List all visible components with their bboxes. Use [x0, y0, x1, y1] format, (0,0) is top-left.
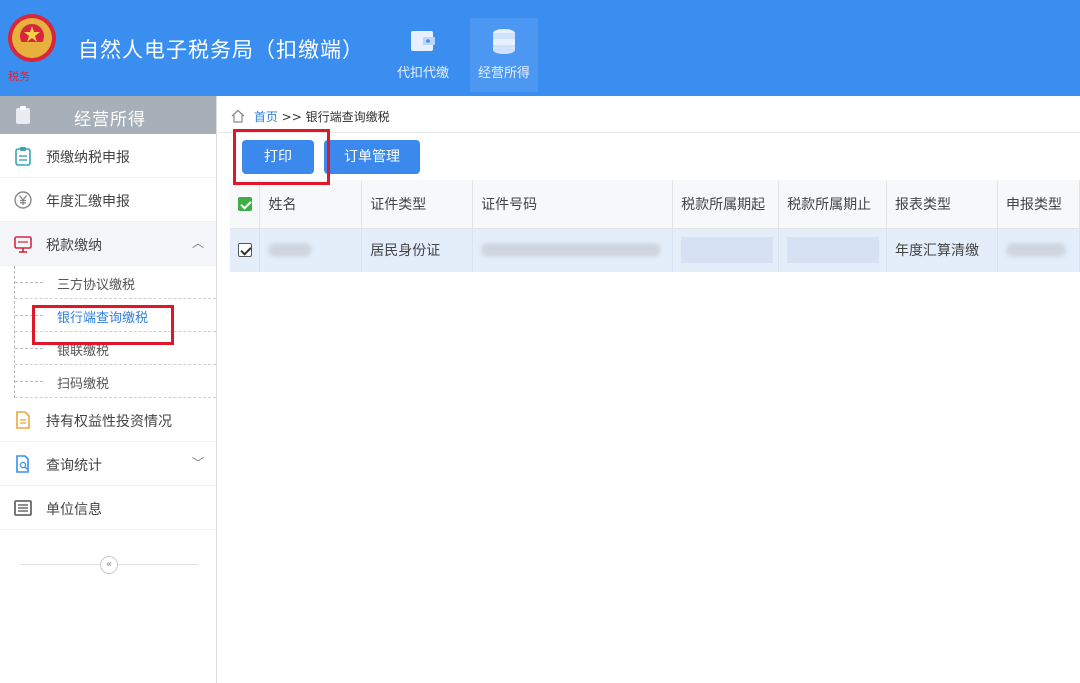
- sidebar-title: 经营所得: [74, 110, 146, 130]
- sidebar-item-label: 单位信息: [46, 502, 102, 518]
- redacted-text: [787, 237, 880, 264]
- monitor-icon: [14, 236, 32, 253]
- order-management-button[interactable]: 订单管理: [324, 140, 420, 174]
- sidebar-subitem-qr-payment[interactable]: 扫码缴税: [15, 365, 216, 398]
- yen-icon: [14, 191, 32, 209]
- column-header: 税款所属期起: [672, 180, 780, 229]
- column-header: 报表类型: [886, 180, 998, 229]
- list-icon: [14, 500, 32, 516]
- select-all-cell[interactable]: [230, 180, 261, 229]
- nav-tab-business-income[interactable]: 经营所得: [470, 18, 538, 92]
- cell-id-number: [472, 228, 674, 272]
- clipboard-icon: [15, 147, 31, 166]
- sidebar-collapse: «: [20, 556, 198, 574]
- row-select-cell[interactable]: [230, 228, 261, 272]
- clipboard-icon: [16, 106, 30, 124]
- redacted-text: [481, 243, 662, 258]
- search-doc-icon: [16, 455, 29, 473]
- cell-id-type: 居民身份证: [361, 228, 474, 272]
- home-icon[interactable]: [230, 109, 246, 123]
- breadcrumb-current: 银行端查询缴税: [305, 110, 390, 124]
- sidebar-item-prepaid-declaration[interactable]: 预缴纳税申报: [0, 134, 216, 178]
- cell-period-start: [672, 228, 780, 272]
- table-header-row: 姓名 证件类型 证件号码 税款所属期起 税款所属期止 报表类型 申报类型: [230, 180, 1080, 229]
- table-row[interactable]: 居民身份证 年度汇算清缴: [230, 228, 1080, 272]
- sidebar-item-label: 税款缴纳: [46, 238, 102, 254]
- sidebar-subitem-label: 扫码缴税: [57, 377, 110, 392]
- wallet-icon: [411, 31, 435, 51]
- collapse-sidebar-icon[interactable]: «: [100, 556, 118, 574]
- chevron-down-icon[interactable]: ﹀: [192, 454, 204, 471]
- coins-icon: [493, 29, 515, 54]
- sidebar-item-equity-investment[interactable]: 持有权益性投资情况: [0, 398, 216, 442]
- sidebar-item-tax-payment[interactable]: 税款缴纳 ︿: [0, 222, 216, 266]
- sidebar-header: 经营所得: [0, 96, 216, 134]
- sidebar-item-annual-settlement[interactable]: 年度汇缴申报: [0, 178, 216, 222]
- nav-tab-label: 代扣代缴: [396, 66, 449, 81]
- breadcrumb-separator: >>: [281, 110, 302, 124]
- column-header: 证件类型: [361, 180, 474, 229]
- column-header: 姓名: [259, 180, 363, 229]
- column-header: 申报类型: [997, 180, 1080, 229]
- divider: [218, 132, 1080, 133]
- redacted-text: [268, 243, 313, 258]
- sidebar-item-label: 预缴纳税申报: [46, 150, 130, 166]
- highlight-box-print: [233, 129, 330, 185]
- select-all-checkbox[interactable]: [238, 196, 252, 211]
- cell-name: [259, 228, 363, 272]
- sidebar-item-label: 查询统计: [46, 458, 102, 474]
- national-emblem-icon: 税务: [8, 14, 56, 83]
- tax-payment-table: 姓名 证件类型 证件号码 税款所属期起 税款所属期止 报表类型 申报类型 居民身…: [230, 180, 1080, 272]
- tree-connector: [15, 381, 43, 382]
- row-checkbox[interactable]: [238, 243, 252, 258]
- top-header: 税务 自然人电子税务局（扣缴端） 代扣代缴 经营所得: [0, 0, 1080, 96]
- document-icon: [16, 411, 30, 429]
- nav-tab-withholding[interactable]: 代扣代缴: [389, 18, 457, 92]
- column-header: 税款所属期止: [778, 180, 888, 229]
- sidebar-subitem-tripartite-agreement[interactable]: 三方协议缴税: [15, 266, 216, 299]
- sidebar-subitem-label: 三方协议缴税: [57, 278, 136, 293]
- column-header: 证件号码: [472, 180, 674, 229]
- sidebar-item-query-statistics[interactable]: 查询统计 ﹀: [0, 442, 216, 486]
- highlight-box-submenu: [32, 305, 174, 345]
- chevron-up-icon[interactable]: ︿: [192, 234, 204, 251]
- breadcrumb: 首页 >> 银行端查询缴税: [230, 108, 390, 125]
- sidebar-item-unit-info[interactable]: 单位信息: [0, 486, 216, 530]
- app-title: 自然人电子税务局（扣缴端）: [78, 38, 364, 62]
- tree-connector: [15, 348, 43, 349]
- sidebar-item-label: 年度汇缴申报: [46, 194, 130, 210]
- main-content: 首页 >> 银行端查询缴税 打印 订单管理 姓名 证件类型 证件号码 税款所属期…: [218, 96, 1080, 683]
- svg-text:税务: 税务: [8, 69, 30, 83]
- cell-declaration-type: [997, 228, 1080, 272]
- sidebar-item-label: 持有权益性投资情况: [46, 414, 172, 430]
- tree-connector: [15, 282, 43, 283]
- redacted-text: [1005, 243, 1066, 258]
- sidebar: 经营所得 预缴纳税申报 年度汇缴申报 税款缴纳 ︿ 三方协议缴税 银行端查询缴税…: [0, 96, 217, 683]
- redacted-text: [681, 237, 774, 264]
- nav-tab-label: 经营所得: [477, 66, 530, 81]
- breadcrumb-home-link[interactable]: 首页: [254, 110, 278, 124]
- cell-report-type: 年度汇算清缴: [886, 228, 998, 272]
- cell-period-end: [778, 228, 888, 272]
